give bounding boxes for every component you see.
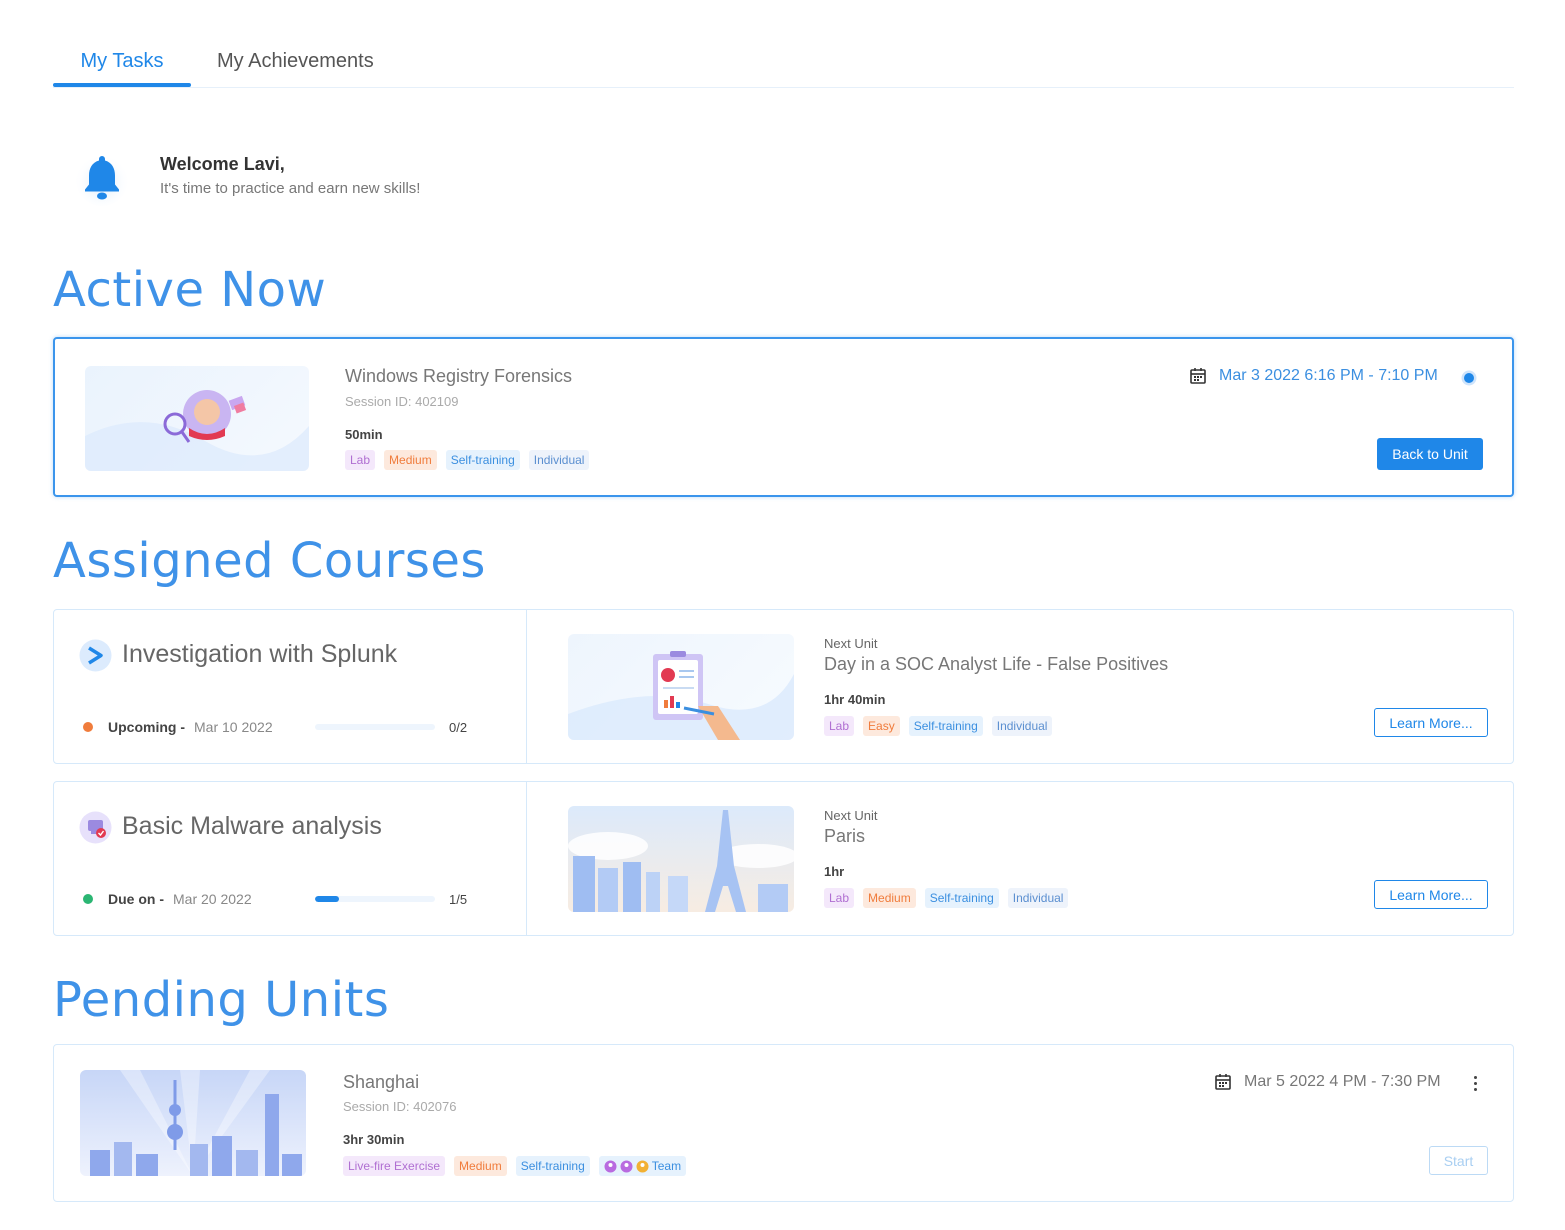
live-status-icon bbox=[1461, 370, 1477, 386]
course-summary: Basic Malware analysis Due on - Mar 20 2… bbox=[54, 782, 527, 935]
tag-mode: Self-training bbox=[445, 450, 520, 470]
tag-type: Lab bbox=[824, 888, 855, 908]
team-avatar-icon bbox=[604, 1160, 617, 1172]
active-unit-duration: 50min bbox=[345, 427, 383, 442]
course-progress-count: 1/5 bbox=[449, 892, 468, 907]
tag-type: Lab bbox=[345, 450, 376, 470]
welcome-title: Welcome Lavi, bbox=[160, 154, 285, 174]
tag-difficulty: Easy bbox=[863, 716, 900, 736]
next-unit-label: Next Unit bbox=[824, 636, 878, 651]
section-title-assigned-courses: Assigned Courses bbox=[53, 533, 486, 589]
shanghai-illustration-icon bbox=[90, 1070, 302, 1176]
tag-type: Live-fire Exercise bbox=[343, 1156, 446, 1176]
active-unit-title: Windows Registry Forensics bbox=[345, 366, 573, 386]
unit-thumbnail bbox=[80, 1070, 306, 1176]
course-title: Basic Malware analysis bbox=[122, 812, 382, 840]
next-unit-label: Next Unit bbox=[824, 808, 878, 823]
active-unit-schedule: Mar 3 2022 6:16 PM - 7:10 PM bbox=[1189, 367, 1438, 385]
team-avatar-icon bbox=[620, 1160, 633, 1172]
tab-my-achievements[interactable]: My Achievements bbox=[217, 50, 374, 73]
more-options-icon[interactable] bbox=[1466, 1071, 1484, 1095]
next-unit-title: Day in a SOC Analyst Life - False Positi… bbox=[824, 654, 1169, 674]
pending-unit-session-id: Session ID: 402076 bbox=[343, 1099, 457, 1114]
section-title-active-now: Active Now bbox=[53, 262, 327, 318]
calendar-icon bbox=[1190, 368, 1206, 384]
pending-unit-duration: 3hr 30min bbox=[343, 1132, 405, 1147]
active-tab-indicator bbox=[53, 83, 191, 87]
course-card: Basic Malware analysis Due on - Mar 20 2… bbox=[53, 781, 1514, 936]
tag-participation: Individual bbox=[991, 716, 1053, 736]
course-status-date: Mar 10 2022 bbox=[194, 719, 273, 735]
active-unit-card: Windows Registry Forensics Session ID: 4… bbox=[53, 337, 1514, 497]
pending-unit-date: Mar 5 2022 4 PM - 7:30 PM bbox=[1244, 1073, 1441, 1090]
bell-icon bbox=[76, 154, 128, 206]
next-unit-duration: 1hr bbox=[824, 864, 845, 879]
team-label: Team bbox=[651, 1159, 682, 1173]
status-dot-icon bbox=[83, 894, 93, 904]
course-progress-count: 0/2 bbox=[449, 720, 468, 735]
pending-unit-card: Shanghai Session ID: 402076 3hr 30min Li… bbox=[53, 1044, 1514, 1202]
next-unit-title: Paris bbox=[824, 826, 866, 846]
course-card: Investigation with Splunk Upcoming - Mar… bbox=[53, 609, 1514, 764]
section-title-pending-units: Pending Units bbox=[53, 972, 390, 1028]
splunk-icon bbox=[79, 639, 112, 672]
tag-participation: Team bbox=[598, 1156, 687, 1176]
tag-difficulty: Medium bbox=[454, 1156, 507, 1176]
next-unit-tags: Lab Medium Self-training Individual bbox=[824, 888, 1069, 908]
tag-difficulty: Medium bbox=[384, 450, 437, 470]
tag-participation: Individual bbox=[1007, 888, 1069, 908]
back-to-unit-button[interactable]: Back to Unit bbox=[1377, 438, 1483, 470]
tag-mode: Self-training bbox=[924, 888, 999, 908]
tag-mode: Self-training bbox=[908, 716, 983, 736]
course-summary: Investigation with Splunk Upcoming - Mar… bbox=[54, 610, 527, 763]
tab-my-tasks[interactable]: My Tasks bbox=[53, 50, 191, 73]
tab-bar: My Tasks My Achievements bbox=[53, 38, 1514, 88]
next-unit-duration: 1hr 40min bbox=[824, 692, 886, 707]
unit-thumbnail bbox=[85, 366, 309, 471]
course-status-date: Mar 20 2022 bbox=[173, 891, 252, 907]
malware-icon bbox=[79, 811, 112, 844]
pending-unit-schedule: Mar 5 2022 4 PM - 7:30 PM bbox=[1214, 1073, 1441, 1091]
report-illustration-icon bbox=[568, 651, 794, 740]
learn-more-button[interactable]: Learn More... bbox=[1374, 880, 1488, 909]
course-progress-bar bbox=[315, 896, 435, 902]
course-status-label: Due on - bbox=[108, 891, 164, 907]
calendar-icon bbox=[1215, 1074, 1231, 1090]
welcome-subtitle: It's time to practice and earn new skill… bbox=[160, 180, 421, 197]
learn-more-button[interactable]: Learn More... bbox=[1374, 708, 1488, 737]
course-progress-bar bbox=[315, 724, 435, 730]
active-unit-session-id: Session ID: 402109 bbox=[345, 394, 459, 409]
next-unit-thumbnail bbox=[568, 634, 794, 740]
course-title: Investigation with Splunk bbox=[122, 640, 398, 668]
active-unit-date: Mar 3 2022 6:16 PM - 7:10 PM bbox=[1219, 367, 1438, 384]
tag-difficulty: Medium bbox=[863, 888, 916, 908]
course-progress-fill bbox=[315, 896, 339, 902]
tag-participation: Individual bbox=[528, 450, 590, 470]
pending-unit-tags: Live-fire Exercise Medium Self-training … bbox=[343, 1156, 687, 1176]
start-button[interactable]: Start bbox=[1429, 1146, 1488, 1175]
next-unit-tags: Lab Easy Self-training Individual bbox=[824, 716, 1053, 736]
paris-illustration-icon bbox=[568, 810, 794, 912]
pending-unit-title: Shanghai bbox=[343, 1072, 420, 1092]
forensics-illustration-icon bbox=[85, 390, 309, 471]
next-unit-thumbnail bbox=[568, 806, 794, 912]
active-unit-tags: Lab Medium Self-training Individual bbox=[345, 450, 590, 470]
team-avatar-icon bbox=[636, 1160, 649, 1172]
course-status-label: Upcoming - bbox=[108, 719, 185, 735]
welcome-banner: Welcome Lavi, It's time to practice and … bbox=[76, 150, 576, 210]
status-dot-icon bbox=[83, 722, 93, 732]
tag-type: Lab bbox=[824, 716, 855, 736]
tag-mode: Self-training bbox=[515, 1156, 590, 1176]
